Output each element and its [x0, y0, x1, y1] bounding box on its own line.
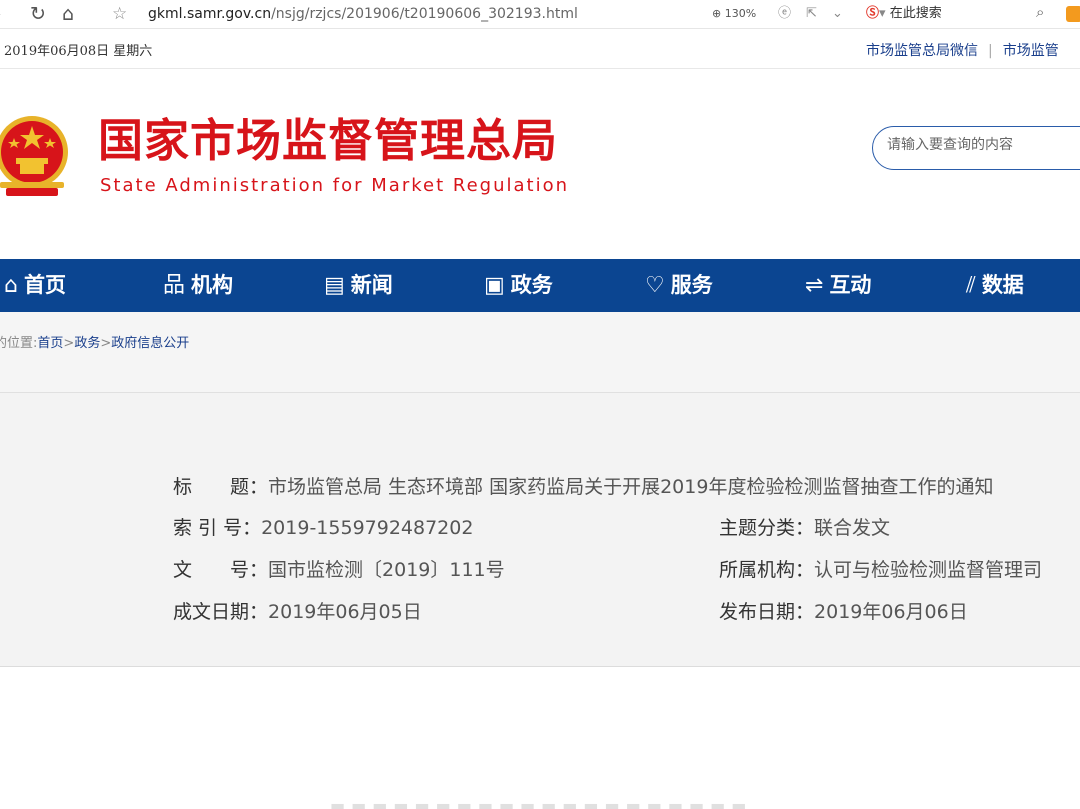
breadcrumb-affairs[interactable]: 政务 — [74, 336, 100, 351]
nav-item-service[interactable]: ♡ 服务 — [645, 259, 713, 312]
site-header: 国家市场监督管理总局 State Administration for Mark… — [0, 69, 1080, 259]
breadcrumb: 的位置:首页>政务>政府信息公开 — [0, 332, 189, 351]
nav-item-news[interactable]: ▤ 新闻 — [324, 259, 393, 312]
chevron-down-icon: ▾ — [879, 6, 886, 21]
reload-icon[interactable]: ↻ — [30, 2, 46, 26]
top-info-bar: 2019年06月08日 星期六 市场监管总局微信 | 市场监管 — [0, 30, 1080, 69]
nav-item-interact[interactable]: ⇌ 互动 — [805, 259, 871, 312]
meta-index-value: 2019-1559792487202 — [261, 517, 474, 539]
more-link[interactable]: 市场监管 — [1003, 43, 1059, 59]
nav-item-data[interactable]: ⫽ 数据 — [966, 259, 1024, 312]
ie-mode-icon[interactable]: ⓔ — [778, 4, 791, 24]
site-search-box — [872, 126, 1080, 170]
zoom-level: 130% — [724, 7, 757, 20]
org-icon: 品 — [163, 273, 186, 298]
zoom-icon: ⊕ — [712, 7, 722, 20]
site-search-input[interactable] — [885, 136, 1079, 154]
search-engine-placeholder: 在此搜索 — [889, 6, 942, 21]
meta-org-value: 认可与检验检测监督管理司 — [814, 559, 1043, 581]
meta-created-value: 2019年06月05日 — [268, 601, 422, 623]
extension-icon[interactable] — [1066, 6, 1080, 22]
forward-icon[interactable]: › — [0, 2, 2, 26]
link-separator: | — [988, 43, 993, 59]
meta-index-label: 索 引 号： — [173, 517, 262, 539]
url-path: /nsjg/rzjcs/201906/t20190606_302193.html — [271, 6, 578, 22]
chevron-down-icon[interactable]: ⌄ — [832, 4, 843, 24]
sogou-search[interactable]: Ⓢ▾ 在此搜索 — [866, 4, 942, 24]
document-meta-panel: 标 题：市场监管总局 生态环境部 国家药监局关于开展2019年度检验检测监督抽查… — [0, 393, 1080, 667]
meta-topic-row: 主题分类：联合发文 — [719, 515, 890, 541]
meta-published-value: 2019年06月06日 — [814, 601, 968, 623]
meta-docno-row: 文 号：国市监检测〔2019〕111号 — [173, 557, 505, 583]
sogou-logo-icon: Ⓢ — [866, 6, 880, 21]
meta-org-row: 所属机构：认可与检验检测监督管理司 — [719, 557, 1042, 583]
nav-item-affairs[interactable]: ▣ 政务 — [484, 259, 553, 312]
meta-docno-label: 文 号： — [173, 559, 269, 581]
meta-title-value: 市场监管总局 生态环境部 国家药监局关于开展2019年度检验检测监督抽查工作的通… — [268, 476, 994, 498]
nav-item-org[interactable]: 品机构 — [163, 259, 233, 312]
share-icon[interactable]: ⇱ — [806, 4, 817, 24]
search-icon[interactable]: ⌕ — [1036, 3, 1044, 21]
breadcrumb-prefix: 的位置: — [0, 336, 38, 351]
url-host: gkml.samr.gov.cn — [148, 6, 272, 22]
breadcrumb-area: 的位置:首页>政务>政府信息公开 — [0, 312, 1080, 393]
browser-toolbar: › ↻ ⌂ ☆ gkml.samr.gov.cn/nsjg/rzjcs/2019… — [0, 0, 1080, 29]
chart-icon: ⫽ — [966, 273, 976, 298]
site-title-en: State Administration for Market Regulati… — [100, 175, 569, 196]
meta-topic-value: 联合发文 — [814, 517, 891, 539]
meta-title-label: 标 题： — [173, 476, 269, 498]
site-title-cn[interactable]: 国家市场监督管理总局 — [98, 113, 558, 169]
breadcrumb-sep: > — [100, 336, 112, 351]
meta-published-label: 发布日期： — [719, 601, 815, 623]
meta-docno-value: 国市监检测〔2019〕111号 — [268, 559, 505, 581]
meta-created-row: 成文日期：2019年06月05日 — [173, 599, 422, 625]
heart-icon: ♡ — [645, 273, 665, 298]
meta-title-row: 标 题：市场监管总局 生态环境部 国家药监局关于开展2019年度检验检测监督抽查… — [173, 474, 993, 500]
meta-created-label: 成文日期： — [173, 601, 269, 623]
wechat-link[interactable]: 市场监管总局微信 — [866, 43, 978, 59]
affairs-icon: ▣ — [484, 273, 505, 298]
zoom-indicator[interactable]: ⊕ 130% — [712, 5, 756, 23]
breadcrumb-sep: > — [63, 336, 75, 351]
top-links: 市场监管总局微信 | 市场监管 — [866, 40, 1059, 60]
meta-published-row: 发布日期：2019年06月06日 — [719, 599, 968, 625]
bookmark-star-icon[interactable]: ☆ — [112, 2, 127, 26]
home-icon: ⌂ — [4, 273, 18, 298]
document-body-title-cutoff: ▬▬▬▬▬▬▬▬▬▬▬▬▬▬▬▬▬▬▬▬ — [330, 796, 753, 809]
meta-index-row: 索 引 号：2019-1559792487202 — [173, 515, 473, 541]
national-emblem-icon[interactable] — [0, 108, 72, 202]
address-bar[interactable]: gkml.samr.gov.cn/nsjg/rzjcs/201906/t2019… — [148, 4, 578, 24]
news-icon: ▤ — [324, 273, 345, 298]
exchange-icon: ⇌ — [805, 273, 824, 298]
nav-item-home[interactable]: ⌂ 首页 — [4, 259, 66, 312]
home-icon[interactable]: ⌂ — [62, 2, 74, 26]
meta-org-label: 所属机构： — [719, 559, 815, 581]
main-nav: ⌂ 首页 品机构 ▤ 新闻 ▣ 政务 ♡ 服务 ⇌ 互动 ⫽ 数据 — [0, 259, 1080, 312]
current-date: 2019年06月08日 星期六 — [4, 44, 153, 59]
meta-topic-label: 主题分类： — [719, 517, 815, 539]
breadcrumb-gov-info[interactable]: 政府信息公开 — [111, 336, 189, 351]
breadcrumb-home[interactable]: 首页 — [37, 336, 63, 351]
